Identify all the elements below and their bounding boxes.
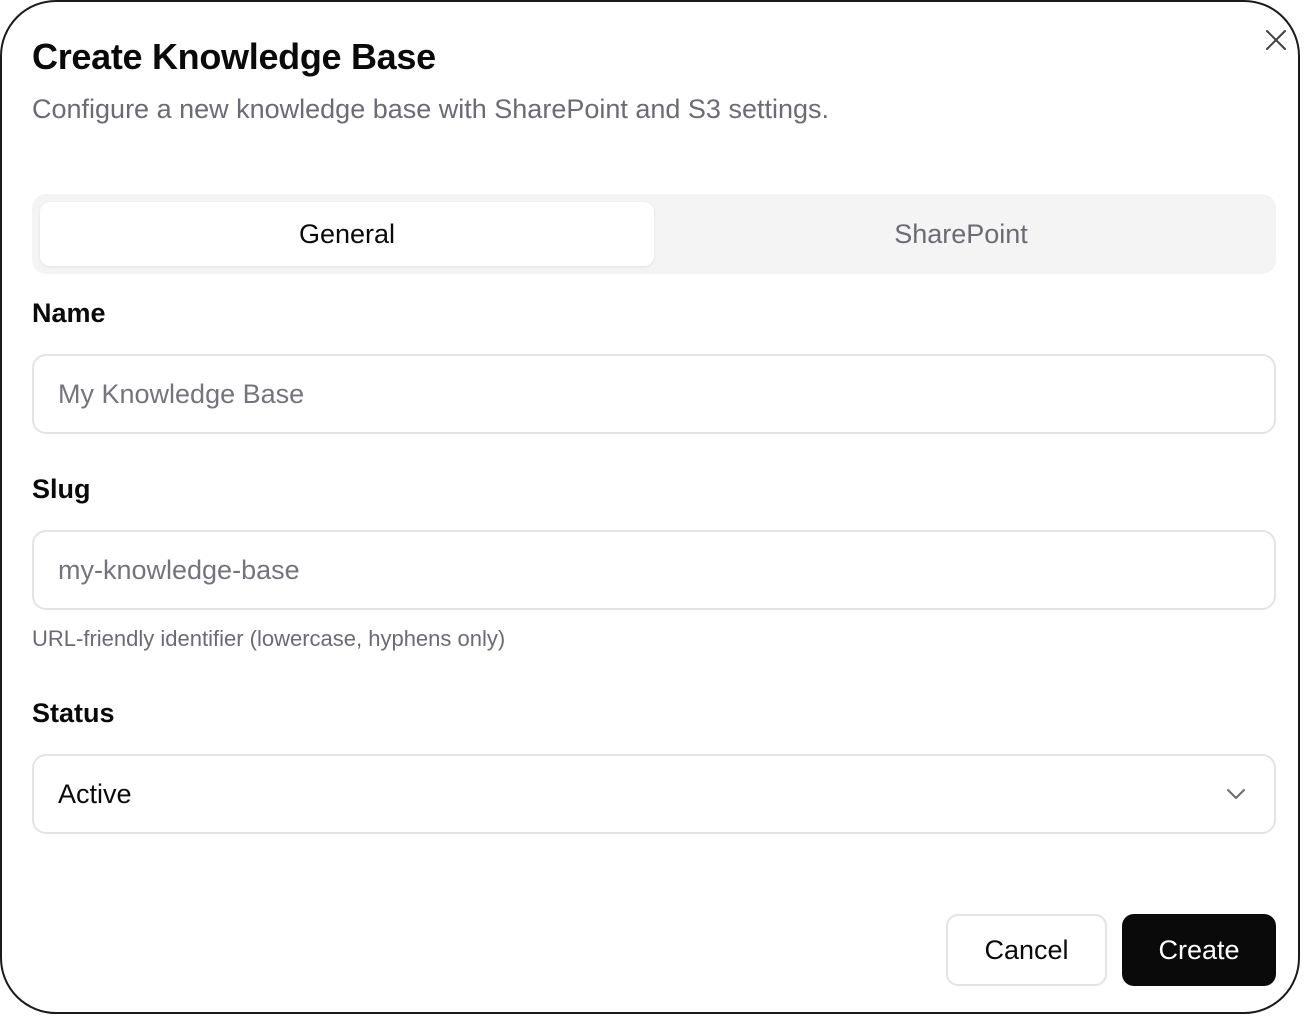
close-button[interactable] xyxy=(1260,26,1292,58)
create-button[interactable]: Create xyxy=(1122,914,1276,986)
dialog-description: Configure a new knowledge base with Shar… xyxy=(32,94,830,124)
tab-sharepoint[interactable]: SharePoint xyxy=(654,202,1268,266)
close-icon xyxy=(1264,28,1288,57)
tab-list: General SharePoint xyxy=(32,194,1276,274)
tab-general[interactable]: General xyxy=(40,202,654,266)
slug-input[interactable] xyxy=(32,530,1276,610)
name-input[interactable] xyxy=(32,354,1276,434)
dialog-title: Create Knowledge Base xyxy=(32,36,436,77)
create-knowledge-base-dialog: Create Knowledge Base Configure a new kn… xyxy=(0,0,1300,1014)
status-label: Status xyxy=(32,698,115,728)
cancel-button[interactable]: Cancel xyxy=(946,914,1107,986)
name-label: Name xyxy=(32,298,106,328)
status-select[interactable]: Active xyxy=(32,754,1276,834)
status-selected-value: Active xyxy=(58,778,132,809)
slug-label: Slug xyxy=(32,474,91,504)
slug-hint: URL-friendly identifier (lowercase, hyph… xyxy=(32,626,506,651)
chevron-down-icon xyxy=(1222,780,1250,808)
